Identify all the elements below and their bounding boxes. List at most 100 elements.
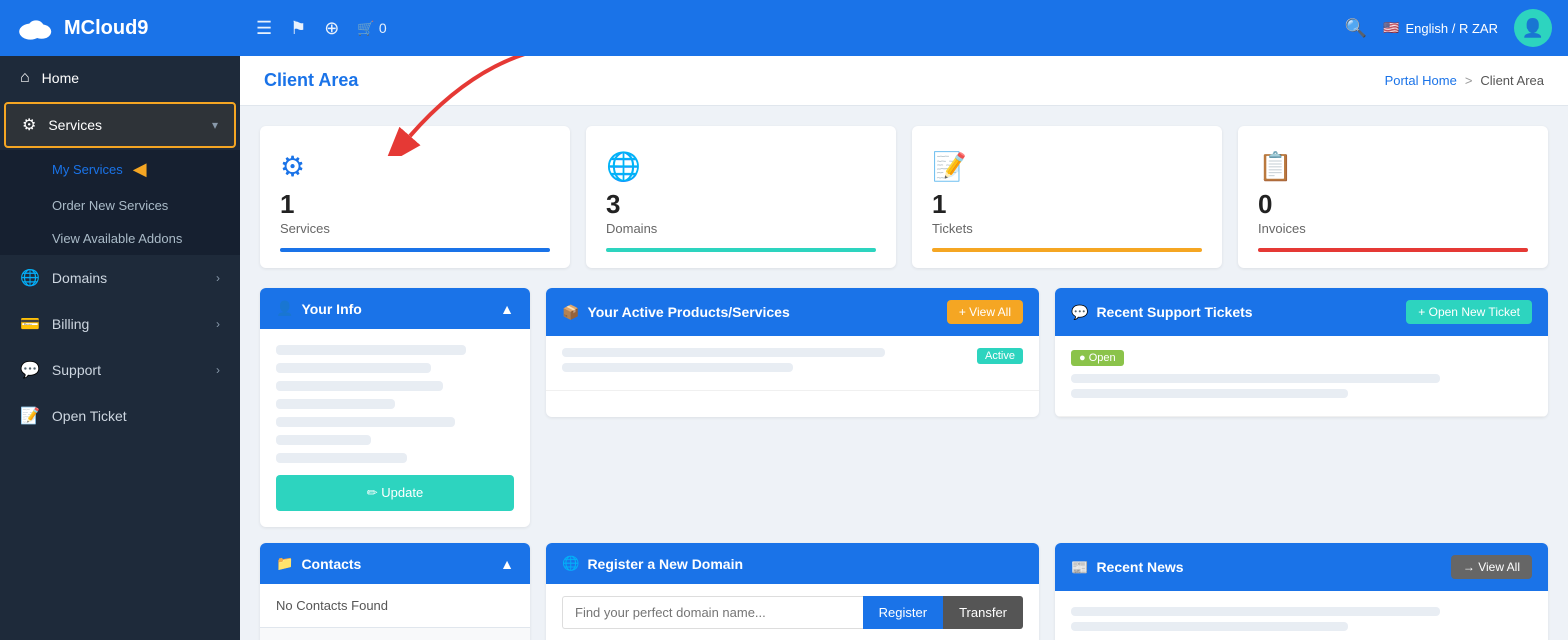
main-layout: ⌂ Home ⚙ Services ▾ My Services ◀ Order …: [0, 56, 1568, 640]
ticket-line-2: [1071, 389, 1348, 398]
info-line-3: [276, 381, 443, 391]
stats-row: ⚙ 1 Services 🌐 3 Domains 📝: [260, 126, 1548, 268]
breadcrumb-separator: >: [1465, 73, 1473, 88]
folder-icon: 📁: [276, 555, 293, 572]
info-line-4: [276, 399, 395, 409]
topbar-icons: ☰ ⚑ ⊕ 🛒 0: [256, 18, 1345, 39]
flag-icon[interactable]: ⚑: [290, 18, 306, 39]
chevron-right-support-icon: ›: [216, 363, 220, 377]
arrow-left-icon: ◀: [133, 159, 147, 180]
user-avatar[interactable]: 👤: [1514, 9, 1552, 47]
news-body: [1055, 591, 1548, 640]
sidebar-item-home[interactable]: ⌂ Home: [0, 56, 240, 100]
sidebar-item-order-new[interactable]: Order New Services: [0, 189, 240, 222]
support-tickets-card: 💬 Recent Support Tickets + Open New Tick…: [1055, 288, 1548, 417]
stat-card-tickets[interactable]: 📝 1 Tickets: [912, 126, 1222, 268]
info-line-2: [276, 363, 431, 373]
invoices-label: Invoices: [1258, 221, 1306, 236]
ticket-item: ● Open: [1055, 336, 1548, 417]
active-products-header: 📦 Your Active Products/Services + View A…: [546, 288, 1039, 336]
ticket-line-1: [1071, 374, 1440, 383]
chevron-down-icon: ▾: [212, 118, 218, 132]
contacts-card: 📁 Contacts ▲ No Contacts Found + New Con…: [260, 543, 530, 640]
domains-stat-icon: 🌐: [606, 150, 641, 183]
info-line-6: [276, 435, 371, 445]
domain-search-row: Register Transfer: [546, 584, 1039, 640]
chevron-up-contacts-icon[interactable]: ▲: [500, 556, 514, 572]
active-products-card: 📦 Your Active Products/Services + View A…: [546, 288, 1039, 417]
no-contacts-text: No Contacts Found: [260, 584, 530, 627]
menu-icon[interactable]: ☰: [256, 18, 272, 39]
page-title: Client Area: [264, 70, 358, 91]
new-contact-button[interactable]: + New Contact...: [260, 627, 530, 640]
domain-search-input[interactable]: [562, 596, 863, 629]
news-line-2: [1071, 622, 1348, 631]
stat-card-domains[interactable]: 🌐 3 Domains: [586, 126, 896, 268]
services-count: 1: [280, 191, 294, 217]
chevron-right-domains-icon: ›: [216, 271, 220, 285]
sidebar-item-domains[interactable]: 🌐 Domains ›: [0, 255, 240, 301]
logo-text: MCloud9: [64, 17, 148, 40]
billing-icon: 💳: [20, 314, 40, 334]
domain-header: 🌐 Register a New Domain: [546, 543, 1039, 584]
sidebar-item-open-ticket[interactable]: 📝 Open Ticket: [0, 393, 240, 439]
cart-icon[interactable]: 🛒 0: [357, 20, 386, 37]
active-product-item: Active: [546, 336, 1039, 391]
support-icon: 💬: [20, 360, 40, 380]
domains-label: Domains: [606, 221, 657, 236]
news-view-all-button[interactable]: → View All: [1451, 555, 1532, 579]
sidebar-item-services[interactable]: ⚙ Services ▾: [4, 102, 236, 148]
stat-card-services[interactable]: ⚙ 1 Services: [260, 126, 570, 268]
update-button[interactable]: ✏ Update: [276, 475, 514, 511]
info-line-5: [276, 417, 455, 427]
domain-transfer-button[interactable]: Transfer: [943, 596, 1023, 629]
domain-card: 🌐 Register a New Domain Register Transfe…: [546, 543, 1039, 640]
contacts-header: 📁 Contacts ▲: [260, 543, 530, 584]
stats-container: ⚙ 1 Services 🌐 3 Domains 📝: [260, 126, 1548, 268]
search-icon[interactable]: 🔍: [1345, 18, 1367, 39]
ticket-status-badge: ● Open: [1071, 350, 1124, 366]
sidebar-sub-services: My Services ◀ Order New Services View Av…: [0, 150, 240, 255]
info-line-1: [276, 345, 466, 355]
news-header: 📰 Recent News → View All: [1055, 543, 1548, 591]
content-header: Client Area Portal Home > Client Area: [240, 56, 1568, 106]
tickets-count: 1: [932, 191, 946, 217]
tickets-label: Tickets: [932, 221, 973, 236]
open-ticket-button[interactable]: + Open New Ticket: [1406, 300, 1532, 324]
sidebar-item-my-services[interactable]: My Services ◀: [0, 150, 240, 189]
product-line-1: [562, 348, 885, 357]
tickets-stat-icon: 📝: [932, 150, 967, 183]
your-info-header-left: 👤 Your Info: [276, 300, 362, 317]
stat-card-invoices[interactable]: 📋 0 Invoices: [1238, 126, 1548, 268]
view-all-button[interactable]: + View All: [947, 300, 1023, 324]
chevron-up-icon[interactable]: ▲: [500, 301, 514, 317]
chevron-right-billing-icon: ›: [216, 317, 220, 331]
support-header-left: 💬 Recent Support Tickets: [1071, 304, 1253, 321]
globe-icon[interactable]: ⊕: [324, 18, 339, 39]
lower-row: 👤 Your Info ▲ ✏ Update: [260, 288, 1548, 527]
domain-register-button[interactable]: Register: [863, 596, 943, 629]
contacts-header-left: 📁 Contacts: [276, 555, 361, 572]
gear-icon: ⚙: [22, 115, 36, 135]
services-label: Services: [280, 221, 330, 236]
tickets-bar: [932, 248, 1202, 252]
content-body: ⚙ 1 Services 🌐 3 Domains 📝: [240, 106, 1568, 640]
breadcrumb-portal-home[interactable]: Portal Home: [1385, 73, 1457, 88]
services-stat-icon: ⚙: [280, 150, 305, 183]
sidebar-item-view-addons[interactable]: View Available Addons: [0, 222, 240, 255]
domains-icon: 🌐: [20, 268, 40, 288]
domains-bar: [606, 248, 876, 252]
language-selector[interactable]: 🇺🇸 English / R ZAR: [1383, 20, 1498, 36]
logo[interactable]: MCloud9: [16, 14, 256, 42]
breadcrumb-current: Client Area: [1480, 73, 1544, 88]
product-line-2: [562, 363, 793, 372]
news-line-1: [1071, 607, 1440, 616]
content: Client Area Portal Home > Client Area: [240, 56, 1568, 640]
news-icon: 📰: [1071, 559, 1088, 576]
support-header: 💬 Recent Support Tickets + Open New Tick…: [1055, 288, 1548, 336]
sidebar-item-billing[interactable]: 💳 Billing ›: [0, 301, 240, 347]
your-info-card: 👤 Your Info ▲ ✏ Update: [260, 288, 530, 527]
your-info-body: ✏ Update: [260, 329, 530, 527]
sidebar-item-support[interactable]: 💬 Support ›: [0, 347, 240, 393]
your-info-header: 👤 Your Info ▲: [260, 288, 530, 329]
